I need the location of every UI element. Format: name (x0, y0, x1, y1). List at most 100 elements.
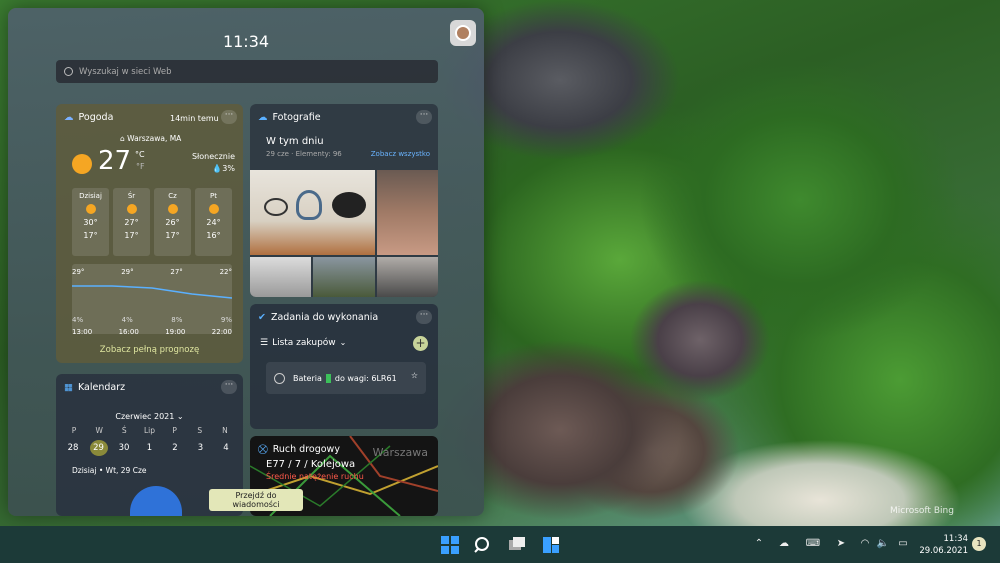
todo-widget[interactable]: ✔ Zadania do wykonania ··· ☰ Lista zakupó… (250, 304, 438, 429)
go-to-news-button[interactable]: Przejdź do wiadomości (209, 489, 303, 511)
task-view-icon (509, 537, 525, 550)
calendar-date[interactable]: 28 (64, 440, 82, 456)
bing-watermark: Microsoft Bing (890, 506, 954, 516)
task-view-button[interactable] (507, 535, 527, 555)
task-checkbox[interactable] (274, 372, 285, 384)
task-item-prefix: Bateria (293, 373, 322, 383)
photo-tile[interactable] (250, 257, 311, 297)
forecast-day-high: 24° (206, 218, 221, 227)
weekday-label: N (222, 426, 228, 435)
photos-meta: 29 cze · Elementy: 96 (266, 150, 342, 158)
wifi-icon[interactable]: ◠ (858, 538, 872, 550)
forecast-day-name: Pt (210, 192, 217, 200)
system-time: 11:34 (943, 534, 969, 544)
calendar-date[interactable]: 4 (217, 440, 235, 456)
chevron-up-icon[interactable]: ⌃ (752, 538, 766, 550)
hourly-value: 29° (121, 268, 134, 276)
forecast-day[interactable]: Cz 26° 17° (154, 188, 191, 256)
weather-condition-icon (208, 204, 219, 214)
widgets-button[interactable] (541, 535, 561, 555)
weather-condition-icon (85, 204, 96, 214)
start-button[interactable] (440, 535, 460, 555)
add-task-button[interactable]: + (413, 336, 428, 351)
web-search-input[interactable]: Wyszukaj w sieci Web (56, 60, 438, 83)
photo-tile[interactable] (313, 257, 375, 297)
panel-clock: 11:34 (222, 32, 270, 51)
search-icon (64, 67, 73, 76)
hourly-value: 22:00 (211, 328, 232, 336)
chevron-down-icon: ⌄ (176, 412, 184, 421)
volume-icon[interactable]: 🔈 (876, 538, 890, 550)
battery-icon[interactable]: ▭ (896, 538, 910, 550)
hourly-value: 19:00 (165, 328, 186, 336)
calendar-date[interactable]: 2 (166, 440, 184, 456)
calendar-date[interactable]: 3 (192, 440, 210, 456)
windows-icon (441, 536, 459, 554)
traffic-title: Ruch drogowy (272, 444, 340, 455)
weather-unit-c[interactable]: °C (135, 150, 145, 159)
weather-widget[interactable]: ☁ Pogoda 14min temu ··· ⌂ Warszawa, MA 27… (56, 104, 243, 363)
forecast-days: Dzisiaj 30° 17° Śr 27° 17° Cz 26° 17° Pt 24° 16° (72, 188, 232, 256)
traffic-icon: ⛒ (258, 444, 268, 455)
month-selector[interactable]: Czerwiec 2021 ⌄ (56, 412, 243, 421)
location-icon[interactable]: ➤ (834, 538, 848, 550)
hourly-value: 16:00 (118, 328, 139, 336)
weather-more-button[interactable]: ··· (221, 110, 237, 124)
task-item[interactable]: Bateria do wagi: 6LR61 ☆ (266, 362, 426, 394)
star-icon[interactable]: ☆ (411, 371, 418, 380)
traffic-route: E77 / 7 / Kolejowa (266, 459, 356, 470)
list-icon: ☰ (260, 338, 269, 348)
calendar-more-button[interactable]: ··· (221, 380, 237, 394)
forecast-day[interactable]: Pt 24° 16° (195, 188, 232, 256)
photos-widget[interactable]: ☁ Fotografie ··· W tym dniu 29 cze · Elem… (250, 104, 438, 297)
forecast-day-high: 30° (83, 218, 98, 227)
forecast-day-name: Cz (168, 192, 177, 200)
notification-badge[interactable]: 1 (972, 537, 986, 551)
photos-title: Fotografie (272, 112, 321, 123)
forecast-day[interactable]: Śr 27° 17° (113, 188, 150, 256)
cloud-icon: ☁ (64, 112, 74, 123)
hourly-value: 29° (72, 268, 85, 276)
system-clock[interactable]: 11:34 29.06.2021 (918, 533, 968, 557)
sun-icon (72, 154, 92, 174)
weather-condition: Słonecznie (191, 152, 235, 161)
photo-tile[interactable] (377, 170, 438, 255)
weather-unit-f[interactable]: °F (136, 162, 145, 171)
user-avatar[interactable] (450, 20, 476, 46)
traffic-map-label: Warszawa (372, 446, 428, 459)
hourly-value: 8% (171, 316, 183, 324)
hourlyPrecip: 4% 4% 8% 9% (72, 316, 232, 324)
forecast-link[interactable]: Zobacz pełną prognozę (56, 345, 243, 355)
calendar-icon: ▦ (64, 382, 73, 393)
calendar-date[interactable]: 30 (115, 440, 133, 456)
news-button-label: Przejdź do wiadomości (232, 491, 280, 509)
photo-tile[interactable] (250, 170, 375, 255)
calendar-date[interactable]: 29 (89, 440, 108, 456)
chevron-down-icon: ⌄ (339, 338, 347, 347)
photos-more-button[interactable]: ··· (416, 110, 432, 124)
onedrive-icon[interactable]: ☁ (777, 538, 791, 550)
hourly-value: 13:00 (72, 328, 93, 336)
search-button[interactable] (473, 535, 493, 555)
keyboard-icon[interactable]: ⌨ (804, 538, 822, 550)
hourly-value: 9% (220, 316, 232, 324)
photo-tile[interactable] (377, 257, 438, 297)
widgets-icon (543, 537, 559, 553)
forecast-day-low: 16° (206, 231, 221, 240)
tasks-more-button[interactable]: ··· (416, 310, 432, 324)
calendar-illustration (130, 486, 182, 516)
forecast-day-name: Śr (127, 192, 136, 200)
forecast-day[interactable]: Dzisiaj 30° 17° (72, 188, 109, 256)
calendar-date[interactable]: 1 (141, 440, 159, 456)
system-date: 29.06.2021 (919, 546, 968, 556)
photos-see-all-link[interactable]: Zobacz wszystko (371, 150, 430, 158)
taskbar: ⌃ ☁ ⌨ ➤ ◠ 🔈 ▭ 11:34 29.06.2021 1 (0, 526, 1000, 563)
calendar-month: Czerwiec 2021 (115, 412, 175, 421)
weekday-label: Ś (121, 426, 127, 435)
calendar-today-label: Dzisiaj • Wt, 29 Cze (72, 466, 147, 475)
task-item-suffix: do wagi: 6LR61 (334, 373, 397, 383)
forecast-day-low: 17° (83, 231, 98, 240)
checkmark-icon: ✔ (258, 312, 266, 323)
hourly-value: 4% (121, 316, 133, 324)
task-list-selector[interactable]: ☰ Lista zakupów ⌄ (260, 338, 346, 348)
